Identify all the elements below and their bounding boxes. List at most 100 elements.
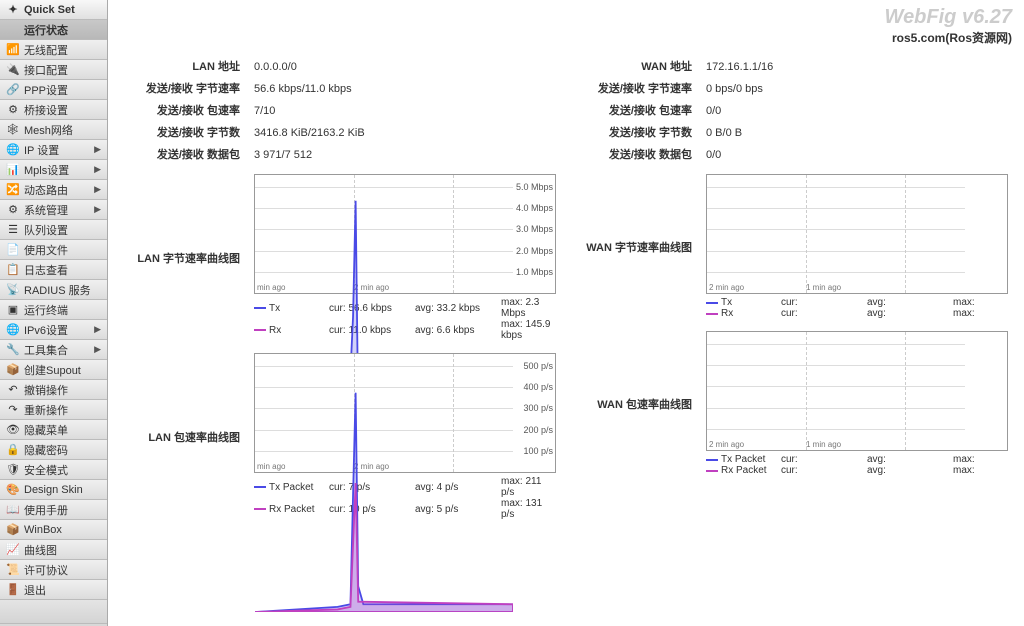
- chevron-right-icon: ▶: [94, 164, 101, 175]
- legend-avg: avg:: [867, 308, 953, 319]
- sidebar-item-label: 动态路由: [24, 182, 94, 198]
- sidebar-item-18[interactable]: 📦 创建Supout: [0, 360, 107, 380]
- lan-label-0: LAN 地址: [124, 58, 254, 74]
- chart-ytick: 400 p/s: [523, 382, 553, 392]
- chart-ytick: 300 p/s: [523, 403, 553, 413]
- lan-label-4: 发送/接收 数据包: [124, 146, 254, 162]
- sidebar: ✦ Quick Set 运行状态 📶 无线配置 🔌 接口配置 🔗 PPP设置 ⚙…: [0, 0, 108, 626]
- sidebar-item-19[interactable]: ↶ 撤销操作: [0, 380, 107, 400]
- wan-row-2: 发送/接收 包速率 0/0: [576, 102, 1008, 118]
- sidebar-item-label: 系统管理: [24, 202, 94, 218]
- sidebar-item-label: RADIUS 服务: [24, 282, 101, 298]
- sidebar-item-label: 桥接设置: [24, 102, 101, 118]
- menu-icon: 🎨: [6, 483, 20, 497]
- menu-icon: 📋: [6, 263, 20, 277]
- sidebar-item-9[interactable]: 🔀 动态路由 ▶: [0, 180, 107, 200]
- sidebar-item-27[interactable]: 📈 曲线图: [0, 540, 107, 560]
- sidebar-item-21[interactable]: 👁 隐藏菜单: [0, 420, 107, 440]
- sidebar-item-2[interactable]: 📶 无线配置: [0, 40, 107, 60]
- chart-ytick: 1.0 Mbps: [516, 267, 553, 277]
- sidebar-item-7[interactable]: 🌐 IP 设置 ▶: [0, 140, 107, 160]
- chart-ytick: 200 p/s: [523, 425, 553, 435]
- menu-icon: 🛡: [6, 463, 20, 477]
- sidebar-item-label: Design Skin: [24, 484, 101, 496]
- lan-row-0: LAN 地址 0.0.0.0/0: [124, 58, 556, 74]
- legend-cur: cur:: [781, 454, 867, 465]
- chart-title: WAN 包速率曲线图: [576, 396, 706, 412]
- sidebar-item-24[interactable]: 🎨 Design Skin: [0, 480, 107, 500]
- sidebar-item-15[interactable]: ▣ 运行终端: [0, 300, 107, 320]
- sidebar-item-26[interactable]: 📦 WinBox: [0, 520, 107, 540]
- sidebar-item-13[interactable]: 📋 日志查看: [0, 260, 107, 280]
- menu-icon: [6, 23, 20, 37]
- sidebar-item-17[interactable]: 🔧 工具集合 ▶: [0, 340, 107, 360]
- chart-box: 2 min ago 1 min ago: [706, 331, 1008, 451]
- sidebar-item-23[interactable]: 🛡 安全模式: [0, 460, 107, 480]
- wan-column: WAN 地址 172.16.1.1/16 发送/接收 字节速率 0 bps/0 b…: [576, 58, 1008, 616]
- sidebar-item-8[interactable]: 📊 Mpls设置 ▶: [0, 160, 107, 180]
- app-title: WebFig v6.27: [120, 6, 1012, 29]
- sidebar-item-5[interactable]: ⚙ 桥接设置: [0, 100, 107, 120]
- sidebar-item-3[interactable]: 🔌 接口配置: [0, 60, 107, 80]
- menu-icon: 📈: [6, 543, 20, 557]
- chevron-right-icon: ▶: [94, 144, 101, 155]
- legend-avg: avg:: [867, 465, 953, 476]
- lan-label-1: 发送/接收 字节速率: [124, 80, 254, 96]
- chart-ytick: 100 p/s: [523, 446, 553, 456]
- sidebar-item-25[interactable]: 📖 使用手册: [0, 500, 107, 520]
- sidebar-item-label: 许可协议: [24, 562, 101, 578]
- lan-row-1: 发送/接收 字节速率 56.6 kbps/11.0 kbps: [124, 80, 556, 96]
- legend-cur: cur:: [781, 297, 867, 308]
- wan-label-3: 发送/接收 字节数: [576, 124, 706, 140]
- wan-row-1: 发送/接收 字节速率 0 bps/0 bps: [576, 80, 1008, 96]
- sidebar-item-10[interactable]: ⚙ 系统管理 ▶: [0, 200, 107, 220]
- lan-column: LAN 地址 0.0.0.0/0 发送/接收 字节速率 56.6 kbps/11.…: [124, 58, 556, 616]
- wan-value-0: 172.16.1.1/16: [706, 61, 1008, 73]
- chart-box: 1.0 Mbps2.0 Mbps3.0 Mbps4.0 Mbps5.0 Mbps…: [254, 174, 556, 294]
- chart-box: 2 min ago 1 min ago: [706, 174, 1008, 294]
- legend-swatch: [706, 313, 718, 315]
- chart-title: WAN 字节速率曲线图: [576, 239, 706, 255]
- sidebar-item-11[interactable]: ☰ 队列设置: [0, 220, 107, 240]
- wan-value-2: 0/0: [706, 105, 1008, 117]
- sidebar-item-4[interactable]: 🔗 PPP设置: [0, 80, 107, 100]
- chart-ytick: 2.0 Mbps: [516, 246, 553, 256]
- legend-avg: avg:: [867, 454, 953, 465]
- menu-icon: 🔧: [6, 343, 20, 357]
- sidebar-item-label: 创建Supout: [24, 362, 101, 378]
- menu-icon: ↶: [6, 383, 20, 397]
- legend-swatch: [706, 302, 718, 304]
- sidebar-item-1[interactable]: 运行状态: [0, 20, 107, 40]
- sidebar-item-label: 隐藏密码: [24, 442, 101, 458]
- sidebar-item-label: 日志查看: [24, 262, 101, 278]
- chevron-right-icon: ▶: [94, 184, 101, 195]
- wan-label-0: WAN 地址: [576, 58, 706, 74]
- menu-icon: 📜: [6, 563, 20, 577]
- sidebar-item-label: 无线配置: [24, 42, 101, 58]
- sidebar-item-0[interactable]: ✦ Quick Set: [0, 0, 107, 20]
- sidebar-item-16[interactable]: 🌐 IPv6设置 ▶: [0, 320, 107, 340]
- sidebar-item-20[interactable]: ↷ 重新操作: [0, 400, 107, 420]
- sidebar-item-29[interactable]: 🚪 退出: [0, 580, 107, 600]
- menu-icon: 📦: [6, 363, 20, 377]
- wan-row-0: WAN 地址 172.16.1.1/16: [576, 58, 1008, 74]
- sidebar-item-12[interactable]: 📄 使用文件: [0, 240, 107, 260]
- lan-row-4: 发送/接收 数据包 3 971/7 512: [124, 146, 556, 162]
- chart-xtick: 2 min ago: [709, 440, 744, 449]
- legend-name: Tx Packet: [721, 454, 781, 465]
- sidebar-item-label: 队列设置: [24, 222, 101, 238]
- menu-icon: ⚙: [6, 203, 20, 217]
- chart-ytick: 500 p/s: [523, 361, 553, 371]
- wan-label-2: 发送/接收 包速率: [576, 102, 706, 118]
- sidebar-item-14[interactable]: 📡 RADIUS 服务: [0, 280, 107, 300]
- chart-title: LAN 包速率曲线图: [124, 429, 254, 445]
- header: WebFig v6.27 ros5.com(Ros资源网): [108, 0, 1024, 48]
- sidebar-item-6[interactable]: 🕸 Mesh网络: [0, 120, 107, 140]
- chart-box: 100 p/s200 p/s300 p/s400 p/s500 p/smin a…: [254, 353, 556, 473]
- sidebar-item-28[interactable]: 📜 许可协议: [0, 560, 107, 580]
- sidebar-item-22[interactable]: 🔒 隐藏密码: [0, 440, 107, 460]
- sidebar-item-label: Quick Set: [24, 4, 101, 16]
- legend-max: max:: [953, 454, 1008, 465]
- legend-swatch: [706, 470, 718, 472]
- legend-cur: cur:: [781, 308, 867, 319]
